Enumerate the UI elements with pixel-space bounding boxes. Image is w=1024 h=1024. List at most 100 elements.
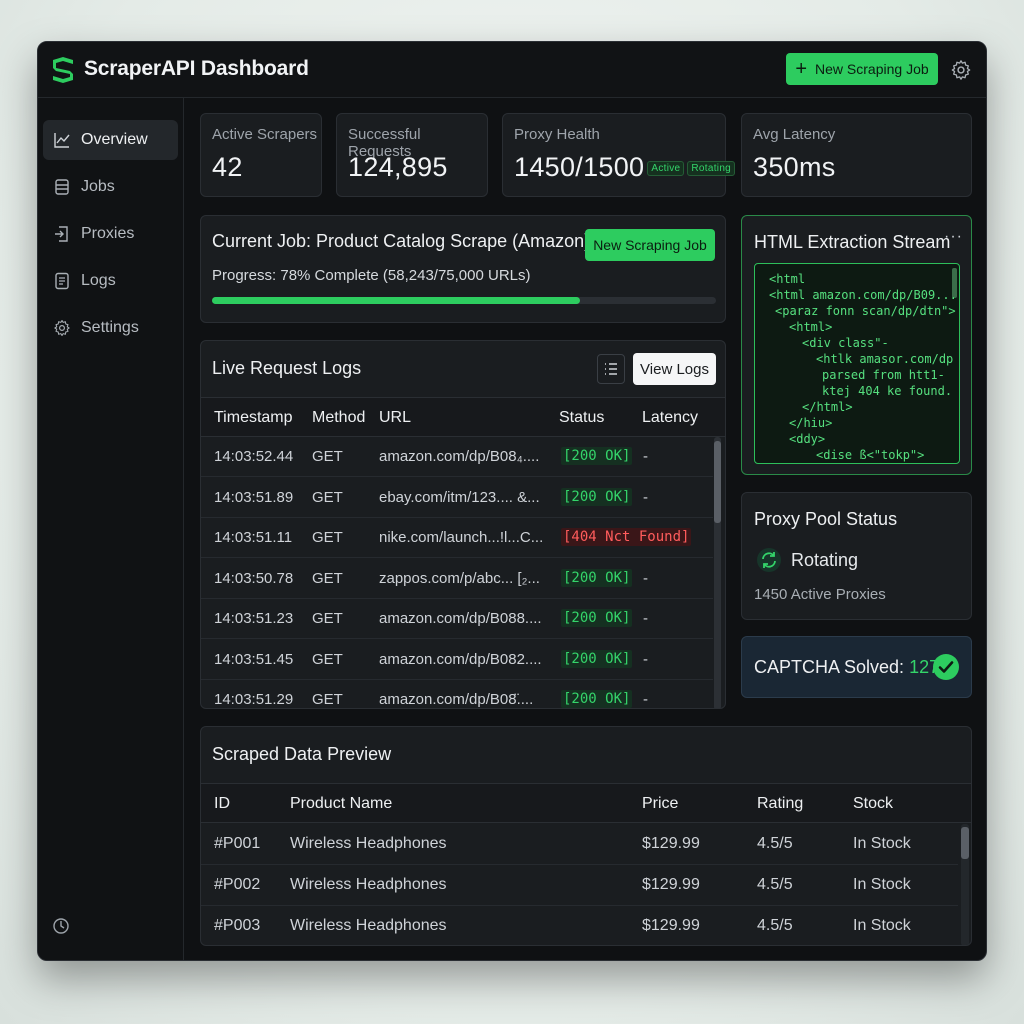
product-rating: 4.5/5 bbox=[757, 876, 793, 893]
proxy-icon bbox=[55, 226, 68, 242]
stat-card-avg-latency: Avg Latency 350ms bbox=[741, 113, 972, 197]
table-row[interactable]: #P002 Wireless Headphones $129.99 4.5/5 In S… bbox=[201, 865, 958, 906]
sidebar-item-overview[interactable]: Overview bbox=[43, 120, 178, 160]
log-status: [200 OK] bbox=[561, 609, 633, 627]
code-line: </html> bbox=[802, 400, 853, 414]
stat-value: 124,895 bbox=[348, 152, 448, 182]
captcha-solved-text: CAPTCHA Solved: 127 bbox=[754, 657, 939, 678]
sidebar-item-label: Logs bbox=[81, 272, 116, 289]
log-timestamp: 14:03:51.45 bbox=[214, 650, 294, 668]
live-request-logs-card: Live Request Logs View Logs Timestamp Me… bbox=[200, 340, 726, 709]
log-timestamp: 14:03:52.44 bbox=[214, 448, 294, 465]
product-id: #P001 bbox=[214, 835, 261, 852]
stat-value: 350ms bbox=[753, 152, 836, 182]
table-row[interactable]: 14:03:50.78 GET zappos.com/p/abc... [₂... [… bbox=[201, 559, 713, 599]
sidebar-item-jobs[interactable]: Jobs bbox=[43, 167, 178, 207]
code-line: <div class"- bbox=[802, 336, 889, 350]
code-line: <dise ß<"tokp"> bbox=[816, 448, 925, 462]
table-row[interactable]: 14:03:51.11 GET nike.com/launch...!l...C..… bbox=[201, 518, 713, 558]
log-timestamp: 14:03:51.23 bbox=[214, 610, 294, 627]
plus-icon: + bbox=[795, 58, 808, 80]
column-header-method: Method bbox=[312, 409, 366, 426]
stat-card-active-scrapers: Active Scrapers 42 bbox=[200, 113, 322, 197]
log-url: ebay.com/itm/123.... &... bbox=[379, 488, 540, 506]
log-status: [200 OK] bbox=[561, 487, 633, 506]
log-url: amazon.com/dp/B088.... bbox=[379, 610, 542, 627]
log-status: [200 OK] bbox=[561, 568, 633, 587]
stat-label: Avg Latency bbox=[753, 126, 836, 143]
scraped-scroll-thumb[interactable] bbox=[961, 827, 969, 859]
scraped-scrollbar[interactable] bbox=[961, 824, 969, 945]
more-options-icon[interactable]: ··· bbox=[944, 228, 963, 246]
document-icon bbox=[55, 272, 69, 290]
stat-card-proxy-health: Proxy Health 1450/1500 Active Rotating bbox=[502, 113, 736, 197]
sidebar-item-logs[interactable]: Logs bbox=[43, 261, 178, 301]
view-logs-button[interactable]: View Logs bbox=[633, 353, 716, 385]
column-header-timestamp: Timestamp bbox=[214, 409, 293, 426]
code-line: <htlk amasor.com/dp bbox=[816, 352, 954, 366]
product-price: $129.99 bbox=[642, 917, 700, 934]
column-header-price: Price bbox=[642, 795, 679, 812]
product-stock: In Stock bbox=[853, 835, 911, 852]
rotating-refresh-icon bbox=[757, 548, 781, 572]
sidebar-item-proxies[interactable]: Proxies bbox=[43, 214, 178, 254]
log-latency: - bbox=[643, 610, 648, 627]
sidebar-item-settings[interactable]: Settings bbox=[43, 308, 178, 348]
list-view-button[interactable] bbox=[597, 354, 625, 384]
log-url: zappos.com/p/abc... [₂... bbox=[379, 569, 540, 587]
column-header-stock: Stock bbox=[853, 795, 894, 812]
progress-fill bbox=[212, 297, 580, 304]
gear-icon bbox=[54, 319, 70, 337]
table-row[interactable]: 14:03:51.45 GET amazon.com/dp/B082.... [200… bbox=[201, 640, 713, 680]
new-scraping-job-label: New Scraping Job bbox=[815, 61, 929, 77]
sidebar-item-label: Jobs bbox=[81, 178, 115, 195]
product-id: #P003 bbox=[214, 917, 261, 934]
stat-value: 42 bbox=[212, 152, 243, 182]
table-row[interactable]: #P001 Wireless Headphones $129.99 4.5/5 In S… bbox=[201, 824, 958, 865]
scraped-table-header: ID Product Name Price Rating Stock bbox=[201, 783, 971, 823]
table-row[interactable]: 14:03:51.29 GET amazon.com/dp/B08̈.... [200… bbox=[201, 680, 713, 708]
status-badge-rotating: Rotating bbox=[687, 161, 736, 177]
logs-scrollbar[interactable] bbox=[714, 437, 721, 708]
stat-label: Proxy Health bbox=[514, 126, 600, 143]
code-line: ktej 404 ke found. bbox=[822, 384, 953, 398]
current-job-card: Current Job: Product Catalog Scrape (Ama… bbox=[200, 215, 726, 323]
log-latency: - bbox=[643, 488, 648, 506]
history-icon[interactable] bbox=[51, 916, 71, 936]
product-name: Wireless Headphones bbox=[290, 835, 447, 852]
table-row[interactable]: 14:03:51.23 GET amazon.com/dp/B088.... [200… bbox=[201, 599, 713, 639]
table-row[interactable]: 14:03:52.44 GET amazon.com/dp/B08₄.... [200… bbox=[201, 437, 713, 477]
log-status: [200 OK] bbox=[561, 649, 633, 668]
new-scraping-job-button[interactable]: New Scraping Job bbox=[585, 229, 715, 261]
captcha-solved-card: CAPTCHA Solved: 127 bbox=[741, 636, 972, 698]
scraped-data-title: Scraped Data Preview bbox=[212, 744, 392, 764]
table-row[interactable]: #P003 Wireless Headphones $129.99 4.5/5 In S… bbox=[201, 906, 958, 945]
column-header-url: URL bbox=[379, 409, 412, 426]
table-row[interactable]: 14:03:51.89 GET ebay.com/itm/123.... &... [… bbox=[201, 478, 713, 518]
layers-icon bbox=[55, 179, 69, 195]
code-line: <paraz fonn scan/dp/dtn"> bbox=[775, 304, 956, 318]
log-method: GET bbox=[312, 650, 343, 668]
log-timestamp: 14:03:51.29 bbox=[214, 691, 294, 708]
html-code-view: <html <html amazon.com/dp/B09... <paraz fo… bbox=[754, 263, 960, 464]
html-stream-title: HTML Extraction Stream bbox=[754, 232, 951, 252]
logs-scroll-thumb[interactable] bbox=[714, 441, 721, 523]
sidebar-item-label: Overview bbox=[81, 131, 148, 148]
log-latency: - bbox=[643, 691, 648, 708]
progress-text: Progress: 78% Complete (58,243/75,000 UR… bbox=[212, 267, 531, 284]
log-url: amazon.com/dp/B082.... bbox=[379, 650, 542, 668]
proxy-pool-status-card: Proxy Pool Status Rotating 1450 Active P… bbox=[741, 492, 972, 620]
log-url: nike.com/launch...!l...C... bbox=[379, 529, 544, 546]
settings-gear-icon[interactable] bbox=[950, 59, 972, 81]
logs-title: Live Request Logs bbox=[212, 358, 362, 378]
list-icon bbox=[605, 363, 617, 375]
top-bar: ScraperAPI Dashboard + New Scraping Job bbox=[38, 42, 986, 98]
stat-value: 1450/1500 bbox=[514, 152, 645, 182]
app-window: ScraperAPI Dashboard + New Scraping Job … bbox=[37, 41, 987, 961]
log-status: [200 OK] bbox=[561, 690, 633, 708]
stat-card-successful-requests: Successful Requests 124,895 bbox=[336, 113, 488, 197]
active-proxies-count: 1450 Active Proxies bbox=[754, 586, 886, 603]
code-line: </hiu> bbox=[789, 416, 833, 430]
log-timestamp: 14:03:50.78 bbox=[214, 569, 294, 587]
new-scraping-job-button[interactable]: + New Scraping Job bbox=[786, 53, 938, 85]
